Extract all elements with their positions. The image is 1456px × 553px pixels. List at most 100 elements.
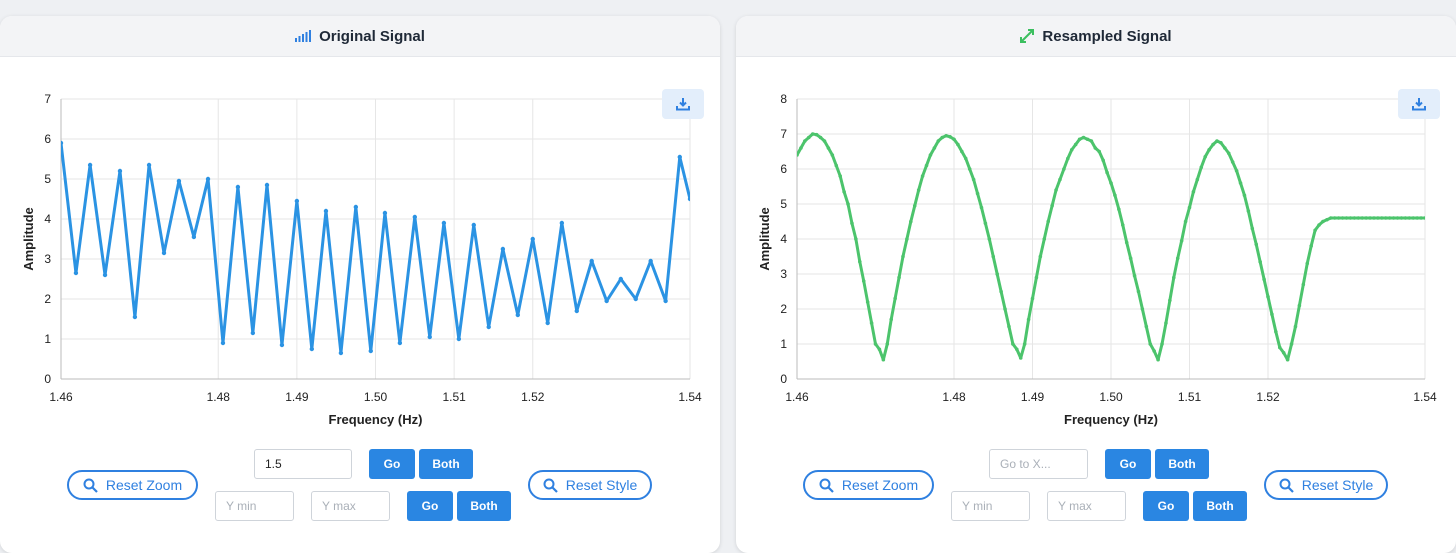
data-point (1069, 147, 1074, 152)
y-max-input[interactable] (311, 491, 390, 521)
y-tick-label: 0 (780, 372, 787, 386)
x-tick-label: 1.49 (285, 390, 309, 404)
data-point (1368, 216, 1372, 220)
data-point (818, 135, 823, 140)
data-point (663, 298, 668, 304)
data-point (323, 208, 329, 214)
data-point (1356, 216, 1361, 220)
resampled-signal-chart[interactable]: 0 1 2 3 4 5 6 7 8 1.46 1.48 1.49 1.50 1.51 1.52 1.54 Fre… (736, 16, 1456, 446)
data-point (1336, 216, 1341, 220)
data-point (176, 178, 182, 184)
y-tick-label: 6 (780, 162, 787, 176)
data-point (1348, 216, 1353, 220)
y-range-both-button[interactable]: Both (1193, 491, 1247, 521)
data-point (995, 272, 999, 276)
y-range-go-button[interactable]: Go (407, 491, 453, 521)
data-point (1191, 189, 1196, 194)
reset-style-button[interactable]: Reset Style (528, 470, 652, 500)
y-tick-label: 6 (44, 132, 51, 146)
reset-style-button[interactable]: Reset Style (1264, 470, 1388, 500)
data-point (1301, 282, 1306, 287)
data-point (633, 296, 638, 302)
data-point (987, 237, 992, 241)
data-point (220, 340, 226, 346)
data-point (132, 314, 138, 320)
data-point (1313, 228, 1317, 233)
y-axis-title: Amplitude (757, 207, 772, 271)
data-point (797, 153, 799, 157)
data-point (983, 221, 988, 226)
data-point (799, 146, 803, 150)
y-range-both-button[interactable]: Both (457, 491, 511, 521)
download-icon (676, 98, 690, 111)
data-point (1199, 165, 1204, 170)
data-point (589, 258, 594, 264)
data-point (1003, 307, 1007, 311)
data-point (1172, 275, 1176, 280)
data-point (1391, 216, 1396, 220)
data-point (869, 321, 874, 325)
data-point (1266, 294, 1270, 299)
y-tick-label: 8 (780, 92, 787, 106)
data-point (1117, 207, 1121, 212)
data-point (1132, 273, 1137, 278)
goto-x-both-button[interactable]: Both (419, 449, 473, 479)
data-point (1046, 219, 1050, 224)
data-point (73, 270, 79, 276)
data-point (940, 135, 945, 140)
data-point (893, 296, 897, 301)
goto-x-input[interactable] (254, 449, 352, 479)
data-point (1195, 177, 1200, 182)
data-point (1234, 168, 1239, 173)
data-point (1340, 216, 1345, 220)
data-point (191, 234, 197, 240)
data-point (1262, 277, 1266, 282)
data-point (1419, 216, 1423, 220)
y-range-go-button[interactable]: Go (1143, 491, 1189, 521)
reset-zoom-button[interactable]: Reset Zoom (803, 470, 934, 500)
download-button[interactable] (662, 89, 704, 119)
data-point (1089, 139, 1094, 143)
data-point (1066, 156, 1070, 161)
y-tick-label: 0 (44, 372, 51, 386)
data-point (838, 174, 842, 178)
data-point (920, 174, 925, 178)
data-point (687, 196, 690, 202)
data-point (814, 132, 819, 137)
data-point (1277, 345, 1282, 350)
y-tick-label: 5 (780, 197, 787, 211)
goto-x-go-button[interactable]: Go (1105, 449, 1151, 479)
y-min-input[interactable] (951, 491, 1030, 521)
data-point (1050, 203, 1054, 208)
data-point (368, 348, 373, 354)
data-point (353, 204, 359, 210)
data-point (279, 342, 285, 348)
download-icon (1412, 98, 1426, 111)
reset-zoom-button[interactable]: Reset Zoom (67, 470, 198, 500)
data-point (1022, 342, 1027, 346)
data-point (1411, 216, 1416, 220)
y-max-input[interactable] (1047, 491, 1126, 521)
data-point (1120, 223, 1125, 227)
download-button[interactable] (1398, 89, 1440, 119)
original-signal-chart[interactable]: 0 1 2 3 4 5 6 7 1.46 1.48 1.49 1.50 1.51 1.52 1.54 Freq… (0, 16, 720, 446)
goto-x-go-button[interactable]: Go (369, 449, 415, 479)
data-point (1026, 317, 1031, 322)
search-icon (1279, 478, 1294, 493)
y-min-input[interactable] (215, 491, 294, 521)
data-point (264, 182, 270, 188)
goto-x-both-button[interactable]: Both (1155, 449, 1209, 479)
x-axis-title: Frequency (Hz) (329, 412, 423, 427)
data-point (250, 330, 256, 336)
data-point (1332, 216, 1337, 220)
data-point (1128, 256, 1133, 261)
data-point (1034, 275, 1039, 280)
data-point (441, 220, 447, 226)
data-point (1164, 321, 1168, 325)
goto-x-input[interactable] (989, 449, 1088, 479)
data-point (861, 279, 866, 283)
data-point (826, 146, 831, 150)
data-point (1364, 216, 1368, 220)
data-point (928, 153, 933, 157)
x-tick-label: 1.54 (1413, 390, 1437, 404)
